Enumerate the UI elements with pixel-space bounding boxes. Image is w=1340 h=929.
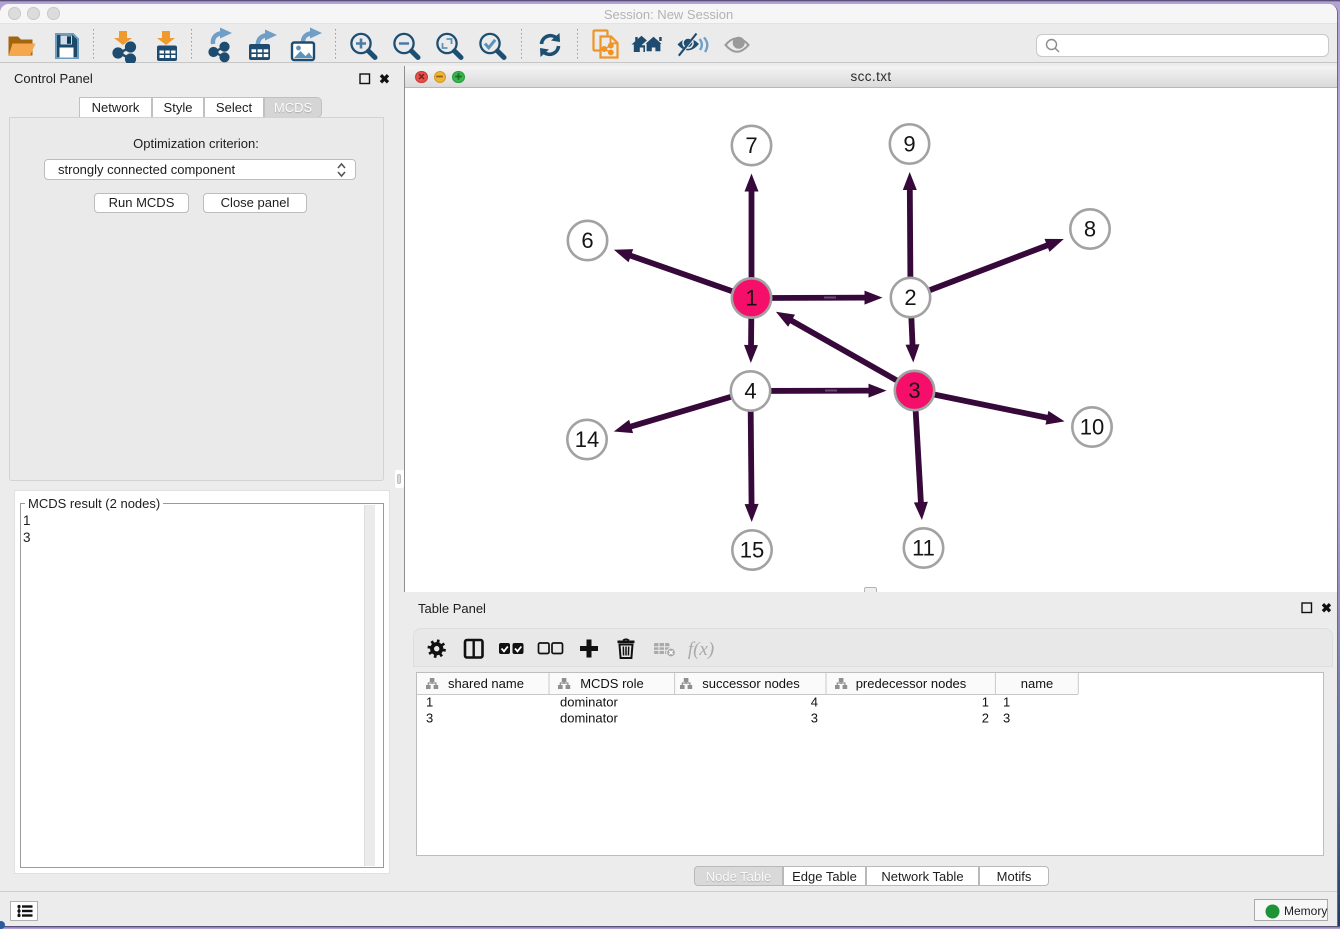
svg-text:name: name <box>1021 676 1054 691</box>
svg-text:3: 3 <box>426 711 433 726</box>
svg-text:dominator: dominator <box>560 711 618 726</box>
svg-text:predecessor nodes: predecessor nodes <box>856 676 967 691</box>
svg-text:✖: ✖ <box>1321 602 1331 614</box>
svg-text:1: 1 <box>426 695 433 710</box>
svg-text:MCDS role: MCDS role <box>580 676 644 691</box>
svg-text:1: 1 <box>1003 695 1010 710</box>
svg-text:1: 1 <box>982 695 989 710</box>
svg-text:4: 4 <box>811 695 818 710</box>
svg-text:2: 2 <box>982 711 989 726</box>
svg-text:3: 3 <box>1003 711 1010 726</box>
svg-text:f(x): f(x) <box>688 639 714 660</box>
svg-text:3: 3 <box>811 711 818 726</box>
svg-text:dominator: dominator <box>560 695 618 710</box>
svg-text:✖: ✖ <box>379 73 389 85</box>
svg-text:successor nodes: successor nodes <box>702 676 800 691</box>
svg-text:shared name: shared name <box>448 676 524 691</box>
